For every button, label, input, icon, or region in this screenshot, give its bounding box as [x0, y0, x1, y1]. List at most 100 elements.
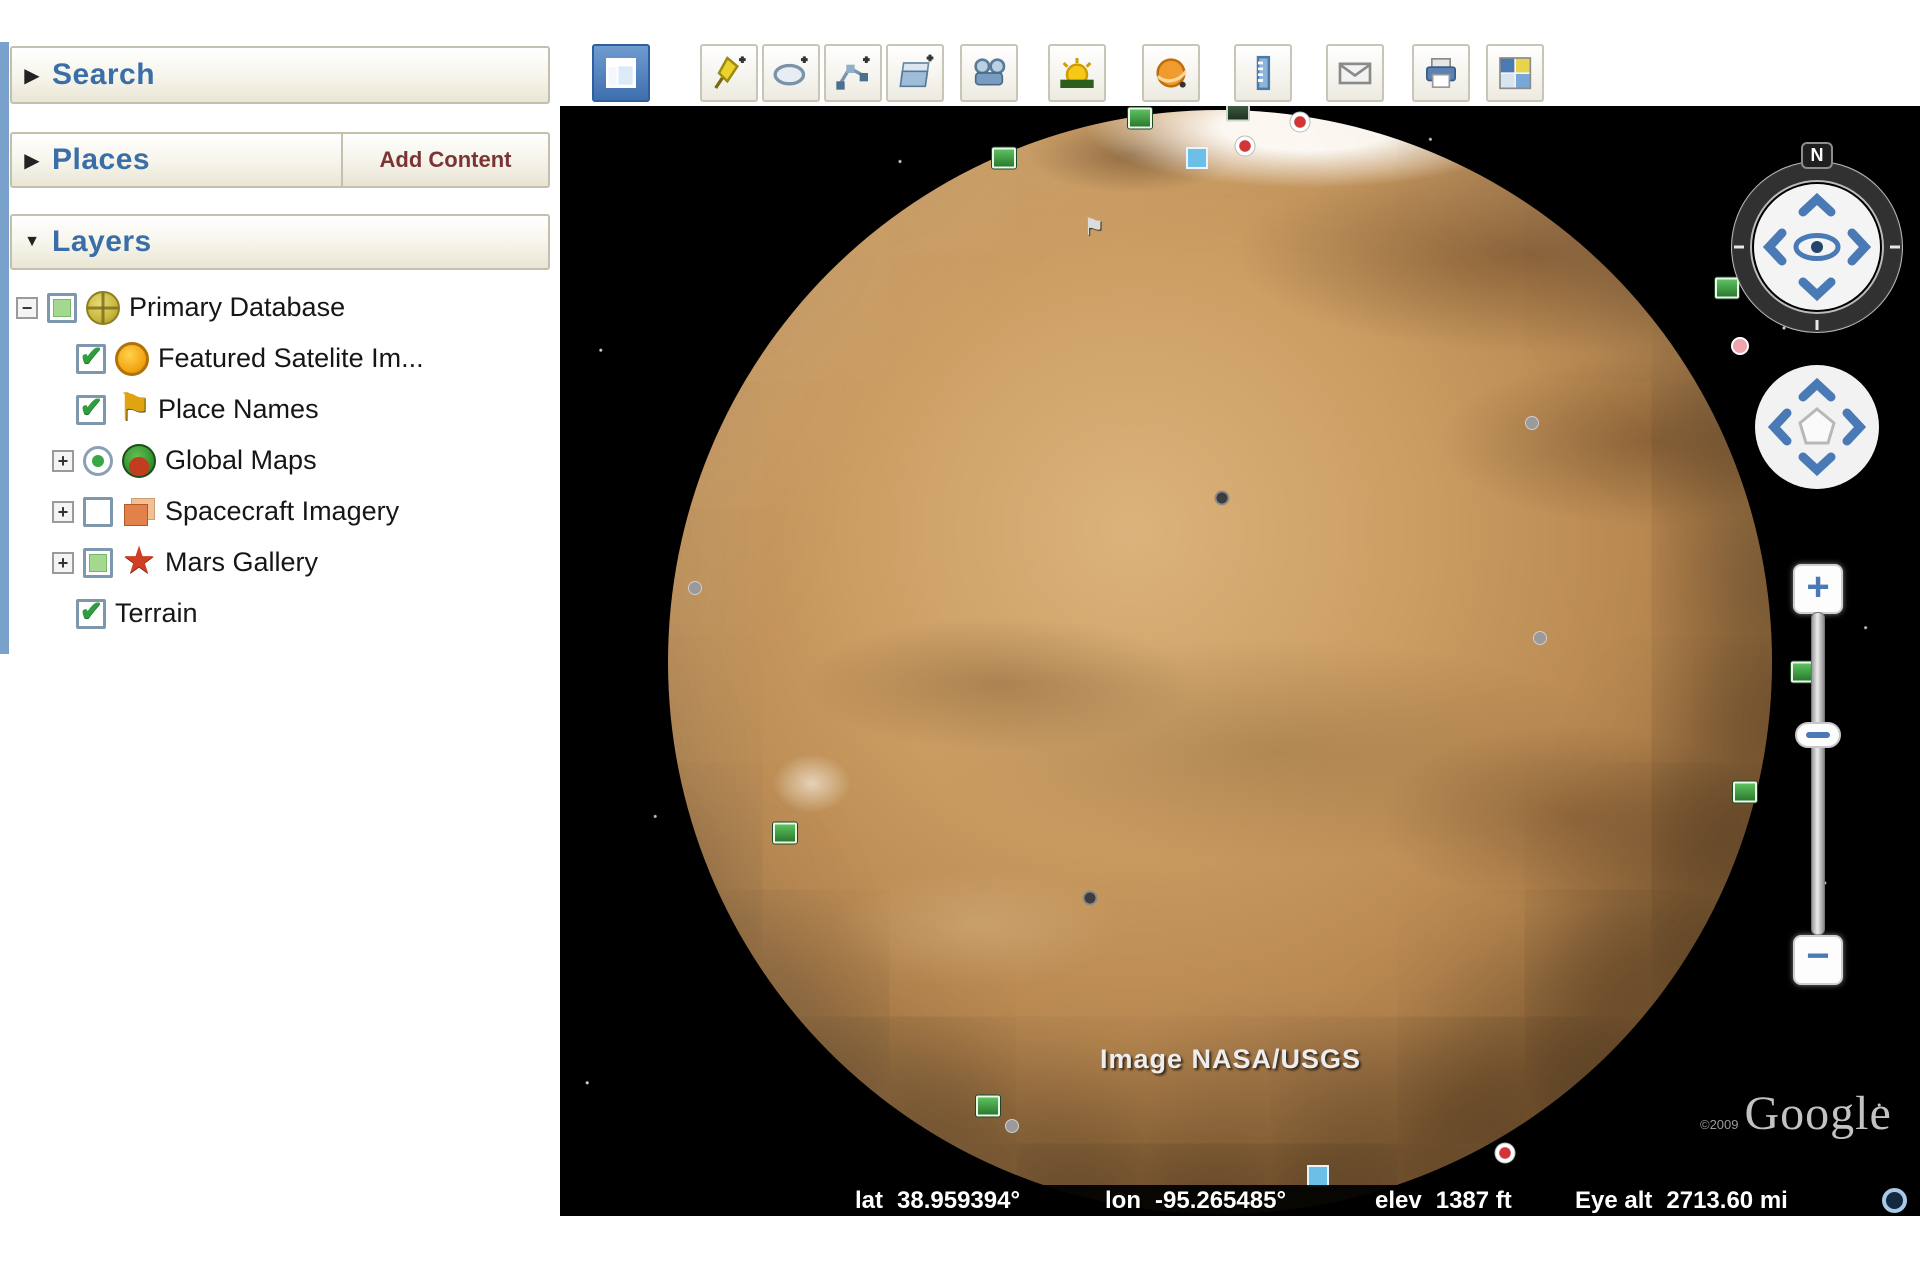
flag-icon — [115, 393, 149, 427]
lon-value: -95.265485° — [1155, 1187, 1286, 1215]
map-marker-blue[interactable] — [1186, 147, 1208, 169]
placemark-icon — [709, 53, 749, 93]
add-content-button[interactable]: Add Content — [341, 134, 548, 186]
layer-radio[interactable] — [83, 446, 113, 476]
zoom-track[interactable] — [1811, 612, 1825, 935]
layer-label: Featured Satelite Im... — [158, 343, 424, 374]
map-marker-red[interactable] — [1290, 112, 1311, 133]
toolbar-button-sidebar-toggle[interactable] — [592, 44, 650, 102]
planet-icon — [1151, 53, 1191, 93]
map-marker-green[interactable] — [1128, 108, 1152, 129]
print-icon — [1421, 53, 1461, 93]
expand-box-icon[interactable] — [52, 450, 74, 472]
layer-label: Spacecraft Imagery — [165, 496, 399, 527]
map-marker-grey[interactable] — [688, 581, 702, 595]
expand-box-icon[interactable] — [52, 552, 74, 574]
north-indicator[interactable]: N — [1801, 142, 1833, 169]
ruler-icon — [1243, 53, 1283, 93]
lon-label: lon — [1105, 1187, 1141, 1215]
google-logo: Google — [1745, 1086, 1892, 1141]
layer-label: Terrain — [115, 598, 198, 629]
collapse-arrow-icon[interactable]: ▶ — [12, 148, 52, 173]
layer-item-primary-database[interactable]: Primary Database — [10, 282, 550, 333]
toolbar-button-record-tour[interactable] — [960, 44, 1018, 102]
map-marker-grey[interactable] — [1533, 631, 1547, 645]
layer-item-spacecraft-imagery[interactable]: Spacecraft Imagery — [10, 486, 550, 537]
layer-checkbox[interactable] — [83, 548, 113, 578]
map-marker-green[interactable] — [992, 148, 1016, 169]
toolbar-button-email[interactable] — [1326, 44, 1384, 102]
streaming-indicator-icon — [1882, 1188, 1907, 1213]
map-marker-blue[interactable] — [1307, 1165, 1329, 1187]
layer-label: Mars Gallery — [165, 547, 318, 578]
places-panel-header[interactable]: ▶ Places Add Content — [10, 132, 550, 188]
layer-item-mars-gallery[interactable]: Mars Gallery — [10, 537, 550, 588]
toolbar-button-add-polygon[interactable] — [762, 44, 820, 102]
layer-checkbox[interactable] — [76, 344, 106, 374]
map-marker-red[interactable] — [1495, 1143, 1516, 1164]
collapse-arrow-icon[interactable]: ▶ — [12, 63, 52, 88]
add-content-label: Add Content — [380, 147, 512, 173]
toolbar-button-add-path[interactable] — [824, 44, 882, 102]
zoom-handle[interactable] — [1795, 722, 1841, 748]
expand-arrow-icon[interactable]: ▼ — [12, 233, 52, 251]
toolbar-button-sunlight[interactable] — [1048, 44, 1106, 102]
toolbar-button-switch-planet[interactable] — [1142, 44, 1200, 102]
layer-checkbox[interactable] — [76, 395, 106, 425]
map-marker-dark-green[interactable] — [1226, 106, 1250, 122]
zoom-in-button[interactable]: + — [1793, 564, 1843, 614]
layer-item-place-names[interactable]: Place Names — [10, 384, 550, 435]
satellite-icon — [115, 342, 149, 376]
map-marker-red[interactable] — [1235, 136, 1256, 157]
mars-3d-viewer[interactable]: N + − Image NASA/ — [560, 106, 1920, 1216]
path-icon — [833, 53, 873, 93]
layers-panel-title: Layers — [52, 225, 152, 259]
map-marker-green[interactable] — [773, 823, 797, 844]
layer-checkbox[interactable] — [47, 293, 77, 323]
star-icon — [122, 546, 156, 580]
record-tour-icon — [969, 53, 1009, 93]
layer-item-global-maps[interactable]: Global Maps — [10, 435, 550, 486]
elev-value: 1387 ft — [1436, 1187, 1512, 1215]
eye-alt-label: Eye alt — [1575, 1187, 1652, 1215]
layers-tree: Primary Database Featured Satelite Im...… — [10, 282, 550, 639]
layer-label: Place Names — [158, 394, 319, 425]
globe-icon — [122, 444, 156, 478]
map-marker-flag[interactable] — [1083, 217, 1105, 239]
toolbar-button-view-in-maps[interactable] — [1486, 44, 1544, 102]
status-bar: lat 38.959394° lon -95.265485° elev 1387… — [560, 1185, 1920, 1216]
image-overlay-icon — [895, 53, 935, 93]
brand: ©2009 Google — [1700, 1086, 1892, 1141]
copyright-text: ©2009 — [1700, 1117, 1739, 1141]
map-marker-green[interactable] — [1733, 782, 1757, 803]
collapse-box-icon[interactable] — [16, 297, 38, 319]
toolbar-button-add-placemark[interactable] — [700, 44, 758, 102]
map-marker-green[interactable] — [976, 1096, 1000, 1117]
overlay-icon — [122, 495, 156, 529]
layer-checkbox[interactable] — [83, 497, 113, 527]
toolbar-button-add-image-overlay[interactable] — [886, 44, 944, 102]
expand-box-icon[interactable] — [52, 501, 74, 523]
search-panel-header[interactable]: ▶ Search — [10, 46, 550, 104]
database-icon — [86, 291, 120, 325]
view-in-maps-icon — [1495, 53, 1535, 93]
layer-item-featured-satellite-imagery[interactable]: Featured Satelite Im... — [10, 333, 550, 384]
elev-label: elev — [1375, 1187, 1422, 1215]
layer-checkbox[interactable] — [76, 599, 106, 629]
places-panel-title: Places — [52, 143, 150, 177]
map-marker-grey[interactable] — [1525, 416, 1539, 430]
email-icon — [1335, 53, 1375, 93]
toolbar-button-ruler[interactable] — [1234, 44, 1292, 102]
sunlight-icon — [1057, 53, 1097, 93]
move-joystick[interactable] — [1747, 357, 1887, 497]
layers-panel-header[interactable]: ▼ Layers — [10, 214, 550, 270]
look-joystick[interactable]: N — [1722, 152, 1912, 342]
zoom-out-button[interactable]: − — [1793, 935, 1843, 985]
map-marker-dark[interactable] — [1083, 891, 1098, 906]
map-marker-dark[interactable] — [1215, 491, 1230, 506]
layer-label: Global Maps — [165, 445, 317, 476]
layer-item-terrain[interactable]: Terrain — [10, 588, 550, 639]
map-marker-grey[interactable] — [1005, 1119, 1019, 1133]
sidebar: ▶ Search ▶ Places Add Content ▼ Layers P… — [0, 42, 558, 654]
toolbar-button-print[interactable] — [1412, 44, 1470, 102]
